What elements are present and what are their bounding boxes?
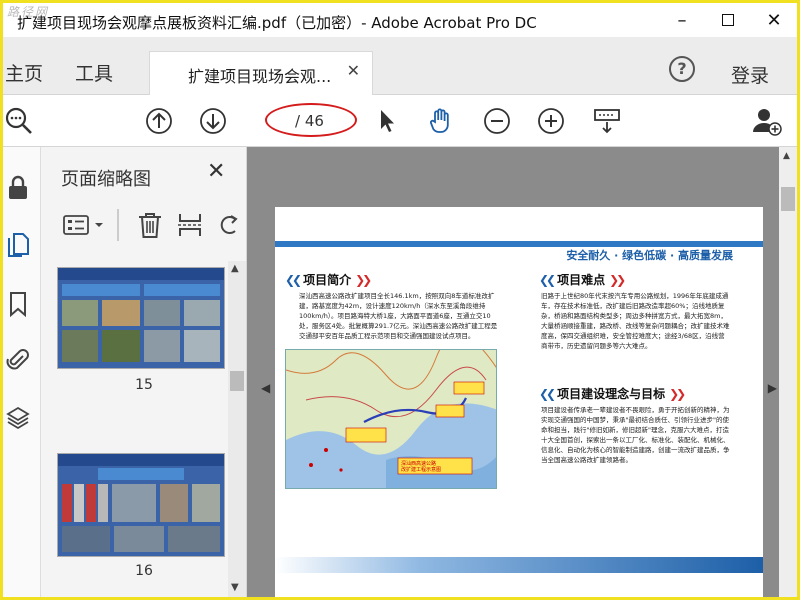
thumbnail-page-16[interactable] [57,453,225,557]
toolbar-divider [117,209,119,241]
acrobat-window: 路径网 扩建项目现场会观摩点展板资料汇编.pdf（已加密）- Adobe Acr… [3,3,797,597]
thumbnail-page-15[interactable] [57,267,225,369]
maximize-icon [722,14,734,26]
thumbnail-options-button[interactable] [63,213,107,239]
section-text-intro: 深汕西高速公路改扩建项目全长146.1km，按照双向8车道标准改扩建，路基宽度为… [299,292,498,341]
close-window-button[interactable]: ✕ [751,3,797,37]
help-icon[interactable]: ? [669,56,695,82]
select-cursor-icon[interactable] [371,105,403,137]
tab-tools[interactable]: 工具 [75,59,113,86]
zoom-out-icon[interactable] [481,105,513,137]
title-bar: 路径网 扩建项目现场会观摩点展板资料汇编.pdf（已加密）- Adobe Acr… [3,3,797,37]
tab-document[interactable]: 扩建项目现场会观... ✕ [149,51,373,95]
section-title: 项目建设理念与目标 [557,387,666,401]
tab-bar: 主页 工具 扩建项目现场会观... ✕ ? 登录 [3,37,797,95]
zoom-in-icon[interactable] [535,105,567,137]
chevron-left-icon: ❮❮ [539,386,556,401]
page-slogan: 安全耐久 · 绿色低碳 · 高质量发展 [566,249,733,262]
page-footer-band [275,557,763,573]
close-tab-icon[interactable]: ✕ [347,61,360,80]
page-count-label: / 46 [295,112,324,130]
thumbnail-label: 16 [135,563,153,579]
thumbnail-preview-image [58,454,224,556]
window-title: 扩建项目现场会观摩点展板资料汇编.pdf（已加密）- Adobe Acrobat… [17,14,537,32]
section-text-concept: 项目建设者传承老一辈建设者不畏艰险，勇于开拓创新的精神，为实现交通强国的中国梦，… [541,406,730,465]
minimize-button[interactable]: – [659,3,705,37]
document-view[interactable]: ◀ ▶ 安全耐久 · 绿色低碳 · 高质量发展 ❮❮ 项目简介 ❯❯ 深汕西高速… [247,147,779,597]
search-icon[interactable] [3,105,35,137]
next-page-icon[interactable] [197,105,229,137]
scrollbar-thumb[interactable] [230,371,244,391]
scrollbar-thumb[interactable] [781,187,795,211]
thumbnail-scrollbar[interactable]: ▲ ▼ [228,261,246,597]
chevron-right-icon: ❯❯ [669,386,686,401]
map-label: 深汕西高速公路 [401,460,436,467]
lock-icon[interactable] [6,175,30,199]
delete-page-icon[interactable] [137,211,163,243]
collapse-left-icon[interactable]: ◀ [261,381,270,395]
hand-tool-icon[interactable] [425,105,457,137]
chevron-left-icon: ❮❮ [539,272,556,287]
collapse-right-icon[interactable]: ▶ [768,381,777,395]
close-panel-icon[interactable]: ✕ [207,159,225,184]
toolbar: / 46 [3,95,797,147]
thumbnail-preview-image [58,268,224,368]
scroll-down-icon[interactable]: ▼ [231,582,239,593]
rotate-page-icon[interactable] [217,211,243,243]
scroll-up-icon[interactable]: ▲ [783,151,790,161]
login-button[interactable]: 登录 [731,61,769,88]
section-text-difficulties: 旧路于上世纪80年代末按汽车专用公路规划，1996年年底建成通车，存在技术标准低… [541,292,730,351]
extract-pages-icon[interactable] [177,211,203,243]
thumbnail-label: 15 [135,377,153,393]
section-heading-difficulties: ❮❮ 项目难点 ❯❯ [539,271,626,288]
bookmark-icon[interactable] [6,291,30,318]
page-fit-icon[interactable] [591,105,623,137]
tab-home[interactable]: 主页 [5,59,43,86]
section-title: 项目难点 [557,273,606,287]
page-number-field[interactable]: / 46 [265,103,357,137]
map-label: 改扩建工程示意图 [401,466,441,473]
section-heading-intro: ❮❮ 项目简介 ❯❯ [285,271,372,288]
route-map-image: 深汕西高速公路 改扩建工程示意图 [285,349,497,489]
scroll-up-icon[interactable]: ▲ [231,263,239,274]
chevron-right-icon: ❯❯ [355,272,372,287]
page-thumbnails-icon[interactable] [6,231,30,257]
options-menu-icon [63,215,103,235]
document-tab-label: 扩建项目现场会观... [188,67,332,86]
left-rail [3,147,41,597]
section-title: 项目简介 [303,273,352,287]
maximize-button[interactable] [705,3,751,37]
section-heading-concept: ❮❮ 项目建设理念与目标 ❯❯ [539,385,686,402]
share-user-icon[interactable] [751,105,783,137]
page-thumbnails-panel: 页面缩略图 ✕ 15 16 ▲ ▼ [41,147,247,597]
previous-page-icon[interactable] [143,105,175,137]
document-scrollbar[interactable]: ▲ [779,147,797,597]
chevron-right-icon: ❯❯ [609,272,626,287]
pdf-page: 安全耐久 · 绿色低碳 · 高质量发展 ❮❮ 项目简介 ❯❯ 深汕西高速公路改扩… [275,207,763,597]
panel-title: 页面缩略图 [61,169,151,190]
layers-icon[interactable] [6,405,30,430]
chevron-left-icon: ❮❮ [285,272,302,287]
attachment-icon[interactable] [6,347,30,371]
panel-toolbar [41,205,247,245]
